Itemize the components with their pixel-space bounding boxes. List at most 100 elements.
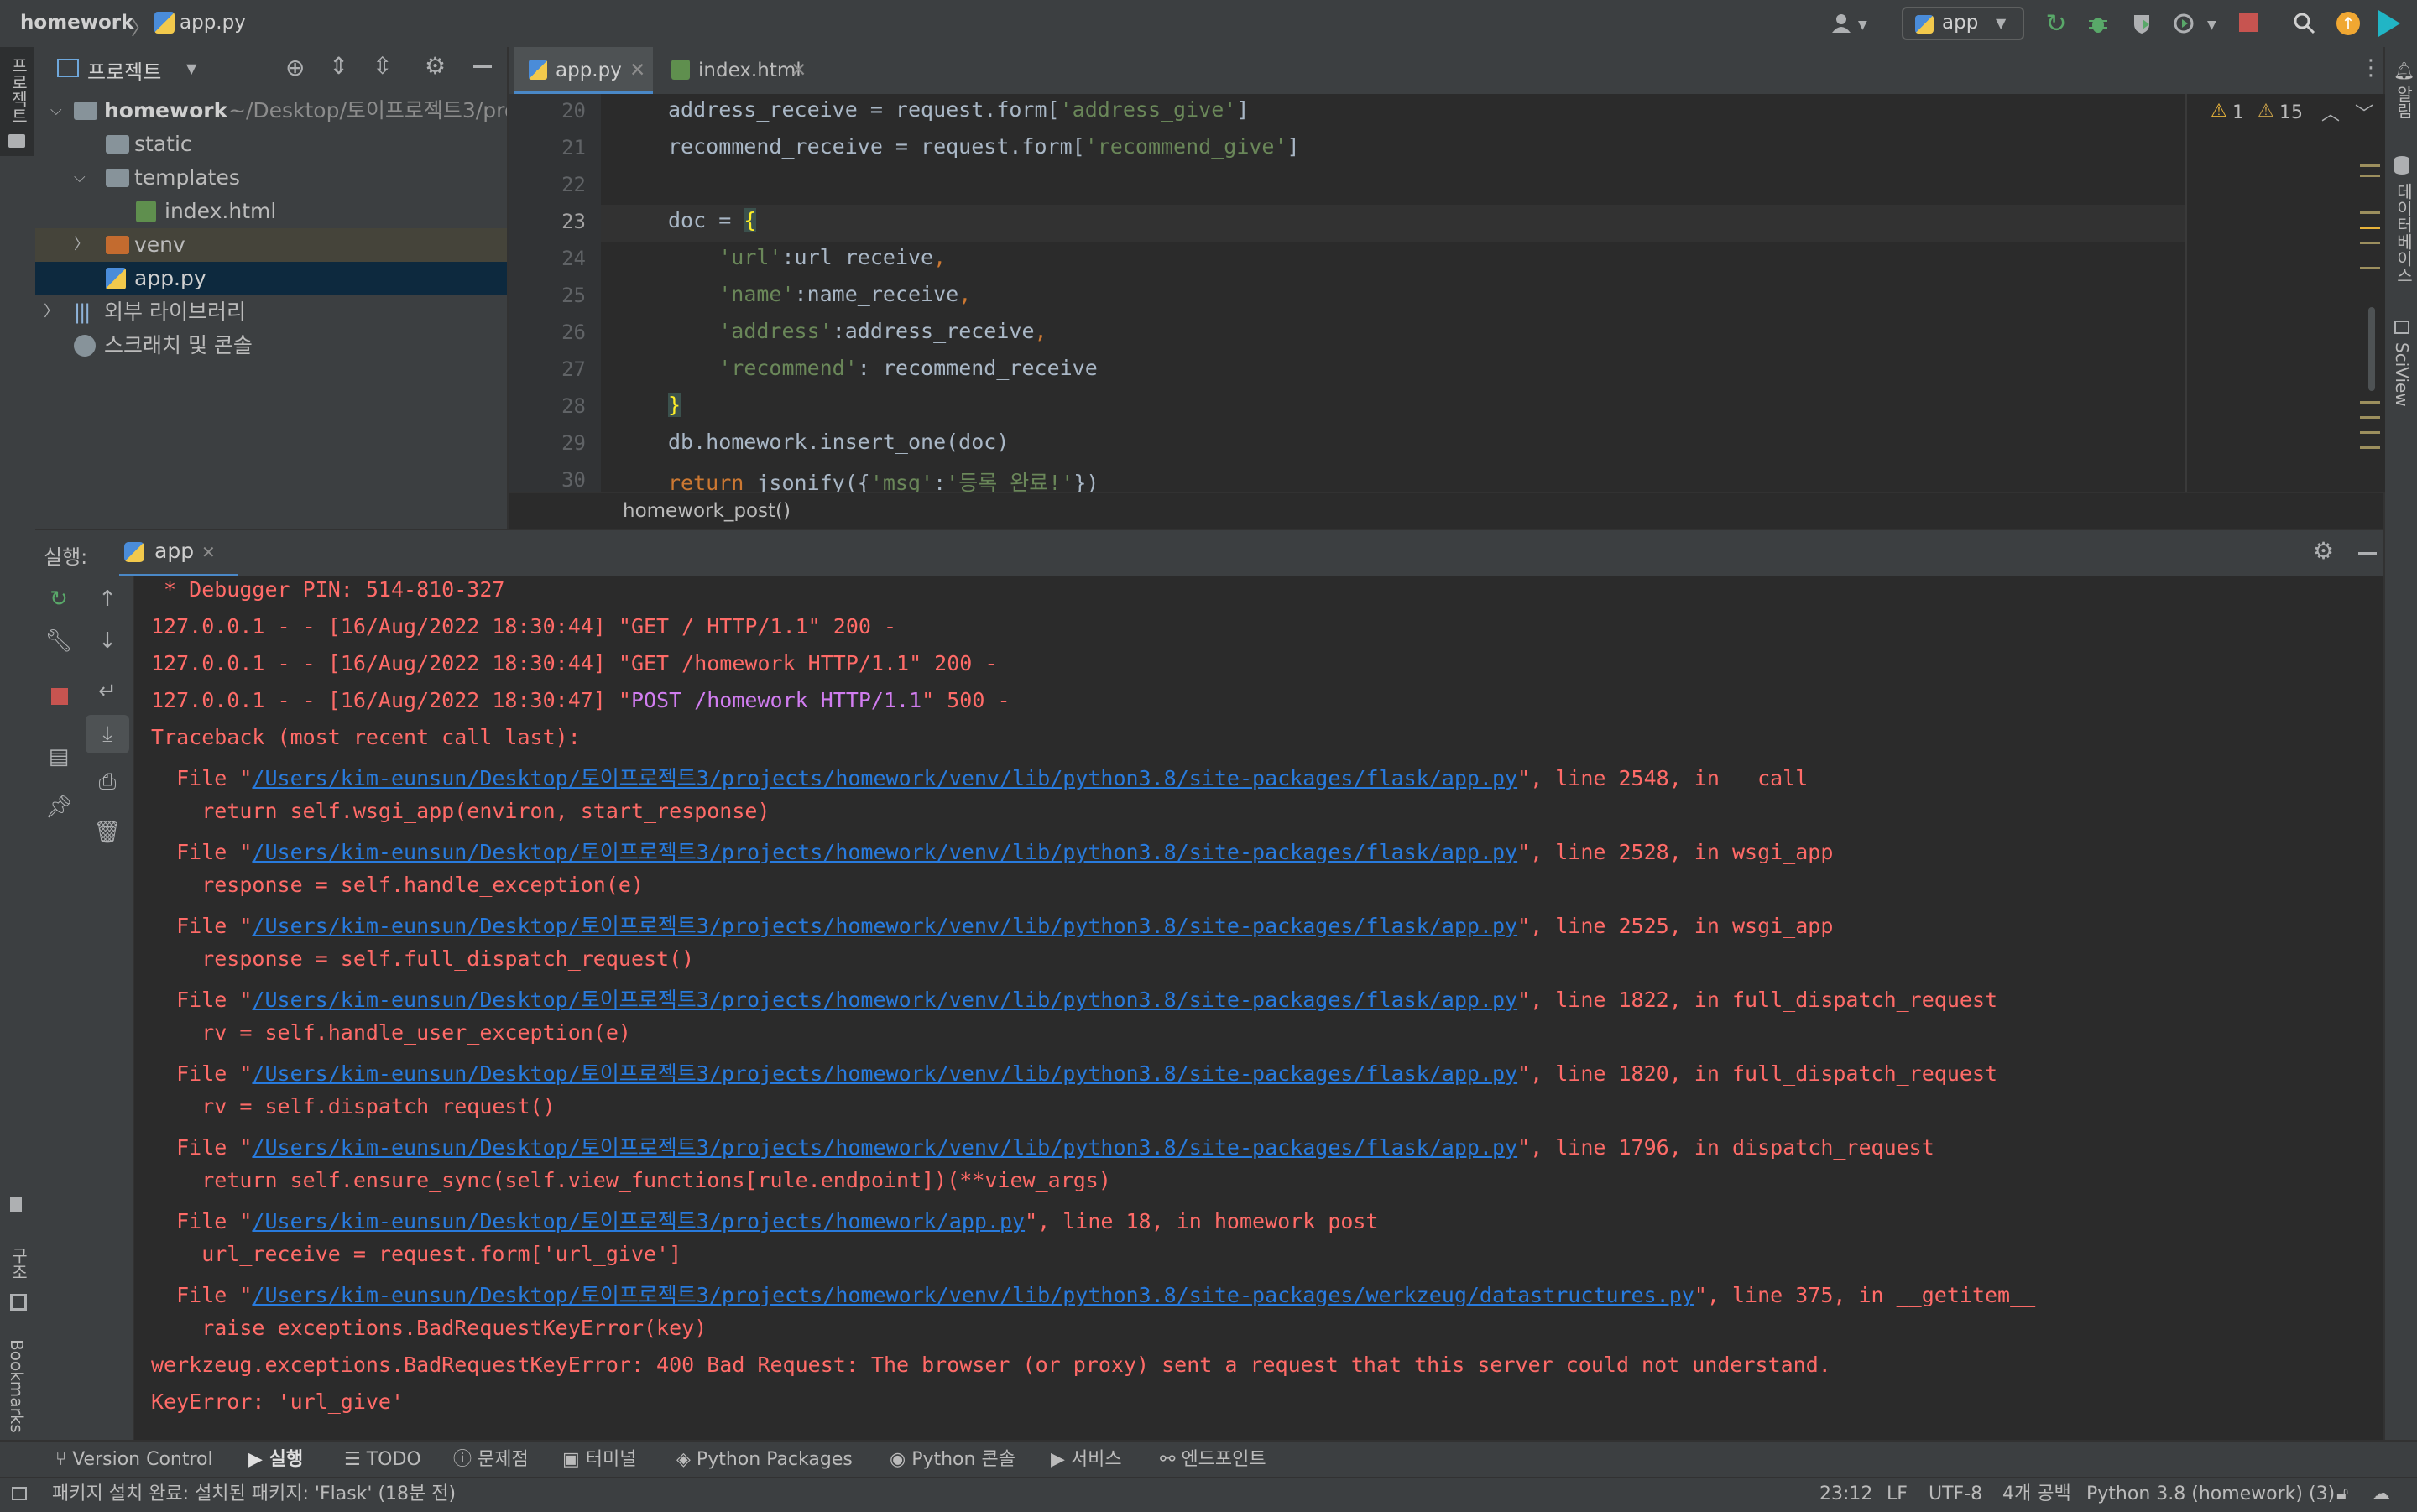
arrow-up-icon[interactable]: ↑ <box>91 582 124 616</box>
indent-setting[interactable]: 4개 공백 <box>2002 1478 2071 1510</box>
file-link[interactable]: /Users/kim-eunsun/Desktop/토이프로젝트3/projec… <box>252 1209 1025 1233</box>
run-config-select[interactable]: app ▼ <box>1902 7 2024 40</box>
file-link[interactable]: /Users/kim-eunsun/Desktop/토이프로젝트3/projec… <box>252 1135 1517 1160</box>
soft-wrap-icon[interactable]: ↵ <box>91 675 124 708</box>
function-breadcrumb[interactable]: homework_post() <box>623 493 791 529</box>
more-run-dropdown-icon[interactable]: ▼ <box>2207 18 2216 32</box>
error-stripe-mark[interactable] <box>2360 164 2380 167</box>
bookmarks-tool-tab[interactable]: Bookmarks <box>0 1197 34 1440</box>
file-link[interactable]: /Users/kim-eunsun/Desktop/토이프로젝트3/projec… <box>252 1061 1517 1086</box>
breadcrumb-file[interactable]: app.py <box>180 12 246 34</box>
tool-python-packages[interactable]: ◈ Python Packages <box>676 1442 853 1478</box>
breadcrumb-project[interactable]: homework <box>20 12 133 34</box>
file-link[interactable]: /Users/kim-eunsun/Desktop/토이프로젝트3/projec… <box>252 840 1517 864</box>
error-stripe-mark[interactable] <box>2360 175 2380 177</box>
hide-icon[interactable] <box>2358 552 2377 555</box>
editor-scrollbar[interactable] <box>2368 307 2375 391</box>
profile-icon[interactable] <box>2170 10 2197 37</box>
rerun-icon[interactable]: ↻ <box>42 582 76 616</box>
error-stripe-mark[interactable] <box>2360 267 2380 269</box>
file-encoding[interactable]: UTF-8 <box>1929 1478 1982 1510</box>
gear-icon[interactable]: ⚙ <box>2313 537 2334 565</box>
tree-item-static[interactable]: static <box>35 128 507 161</box>
chevron-down-icon[interactable]: ⌵ <box>50 94 62 128</box>
expand-all-icon[interactable]: ⇕ <box>329 52 348 80</box>
tab-app-py[interactable]: app.py ✕ <box>514 47 653 94</box>
window-icon[interactable] <box>12 1487 27 1500</box>
file-link[interactable]: /Users/kim-eunsun/Desktop/토이프로젝트3/projec… <box>252 914 1517 938</box>
rerun-icon[interactable]: ↻ <box>2043 9 2070 39</box>
scroll-to-end-icon[interactable]: ⤓ <box>86 715 129 753</box>
project-view-label[interactable]: 프로젝트 <box>87 55 161 85</box>
tree-item-external-libraries[interactable]: 〉 ||| 외부 라이브러리 <box>35 295 507 329</box>
coverage-icon[interactable] <box>2128 10 2155 37</box>
hide-icon[interactable] <box>473 65 492 68</box>
file-link[interactable]: /Users/kim-eunsun/Desktop/토이프로젝트3/projec… <box>252 988 1517 1012</box>
tool-version-control[interactable]: ⑂ Version Control <box>55 1442 213 1478</box>
locate-icon[interactable]: ⊕ <box>285 54 305 81</box>
account-dropdown-icon[interactable]: ▼ <box>1858 18 1867 32</box>
close-icon[interactable]: ✕ <box>201 542 216 562</box>
chevron-down-icon[interactable]: ﹀ <box>2355 99 2373 126</box>
line-separator[interactable]: LF <box>1887 1478 1908 1510</box>
tool-run[interactable]: ▶ 실행 <box>248 1442 303 1478</box>
tree-item-index-html[interactable]: index.html <box>35 195 507 228</box>
weak-warning-icon[interactable]: ⚠ <box>2258 101 2274 122</box>
gear-icon[interactable]: ⚙ <box>425 52 446 80</box>
error-stripe-mark[interactable] <box>2360 401 2380 404</box>
layout-icon[interactable]: ▤ <box>42 740 76 774</box>
tool-todo[interactable]: ☰ TODO <box>344 1442 421 1478</box>
chevron-down-icon[interactable]: ▼ <box>186 60 196 76</box>
tree-item-homework[interactable]: ⌵ homework ~/Desktop/토이프로젝트3/pro <box>35 94 507 128</box>
chevron-down-icon[interactable]: ⌵ <box>74 161 86 195</box>
wrench-icon[interactable]: 🔧︎ <box>42 624 76 658</box>
file-link[interactable]: /Users/kim-eunsun/Desktop/토이프로젝트3/projec… <box>252 766 1517 790</box>
tool-python-console[interactable]: ◉ Python 콘솔 <box>890 1442 1015 1478</box>
error-stripe-mark[interactable] <box>2360 416 2380 419</box>
account-icon[interactable] <box>1830 10 1856 37</box>
run-tab-app[interactable]: app ✕ <box>119 530 238 577</box>
search-icon[interactable] <box>2291 10 2318 37</box>
pin-icon[interactable]: 📌︎ <box>42 790 76 824</box>
code-editor[interactable]: address_receive = request.form['address_… <box>601 94 2185 492</box>
error-stripe-mark[interactable] <box>2360 227 2380 229</box>
tree-item-templates[interactable]: ⌵ templates <box>35 161 507 195</box>
warning-count[interactable]: 15 <box>2279 102 2303 123</box>
lock-icon[interactable]: 🔓︎ <box>2336 1478 2348 1510</box>
error-stripe-mark[interactable] <box>2360 211 2380 214</box>
database-tool-tab[interactable]: 데이터베이스 <box>2385 153 2417 329</box>
warning-icon[interactable]: ⚠ <box>2211 101 2227 122</box>
trash-icon[interactable]: 🗑︎ <box>91 816 124 849</box>
tool-endpoints[interactable]: ⚯ 엔드포인트 <box>1160 1442 1266 1478</box>
print-icon[interactable]: ⎙ <box>91 765 124 799</box>
arrow-down-icon[interactable]: ↓ <box>91 624 124 658</box>
tool-problems[interactable]: ⓘ 문제점 <box>453 1442 529 1478</box>
status-message[interactable]: 패키지 설치 완료: 설치된 패키지: 'Flask' (18분 전) <box>52 1478 456 1510</box>
chevron-right-icon[interactable]: 〉 <box>74 228 89 262</box>
tab-index-html[interactable]: index.html ✕ <box>656 47 816 94</box>
jetbrains-logo-icon[interactable] <box>2378 10 2400 37</box>
more-options-icon[interactable]: ⋮ <box>2360 55 2382 81</box>
python-interpreter[interactable]: Python 3.8 (homework) (3) <box>2086 1478 2335 1510</box>
error-count[interactable]: 1 <box>2232 102 2244 123</box>
update-icon[interactable]: ↑ <box>2336 12 2360 35</box>
run-console[interactable]: * Debugger PIN: 514-810-327 127.0.0.1 - … <box>134 576 2383 1440</box>
error-stripe-mark[interactable] <box>2360 431 2380 434</box>
close-icon[interactable]: ✕ <box>791 47 807 94</box>
tree-item-venv[interactable]: 〉 venv <box>35 228 507 262</box>
project-tool-tab[interactable]: 프로젝트 <box>0 47 34 156</box>
tree-item-scratches[interactable]: 스크래치 및 콘솔 <box>35 329 507 362</box>
debug-icon[interactable] <box>2085 10 2112 37</box>
tool-terminal[interactable]: ▣ 터미널 <box>562 1442 637 1478</box>
tool-services[interactable]: ▶ 서비스 <box>1051 1442 1122 1478</box>
caret-position[interactable]: 23:12 <box>1819 1478 1872 1510</box>
chevron-up-icon[interactable]: ︿ <box>2321 99 2340 126</box>
notifications-tool-tab[interactable]: 🔔︎ 알림 <box>2385 55 2417 131</box>
error-stripe-mark[interactable] <box>2360 242 2380 244</box>
notifications-icon[interactable]: ☁ <box>2372 1478 2390 1510</box>
error-stripe-mark[interactable] <box>2360 446 2380 449</box>
tree-item-app-py[interactable]: app.py <box>35 262 507 295</box>
close-icon[interactable]: ✕ <box>629 47 645 94</box>
collapse-all-icon[interactable]: ⇳ <box>373 52 392 80</box>
sciview-tool-tab[interactable]: SciView <box>2385 315 2417 467</box>
